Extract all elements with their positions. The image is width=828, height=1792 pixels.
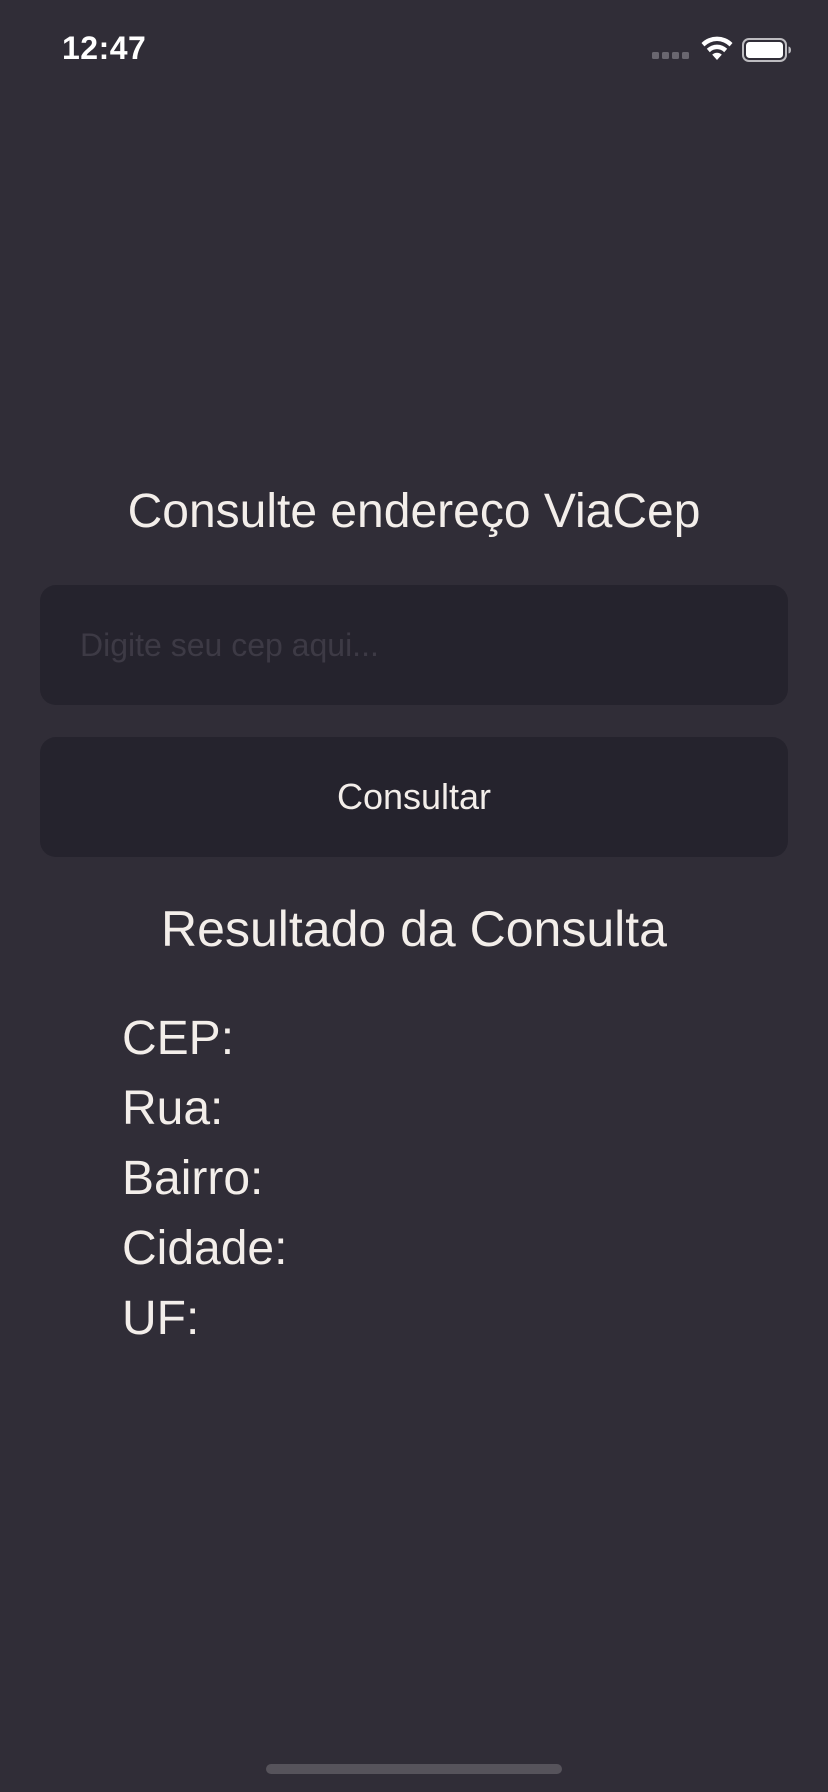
wifi-icon [701,36,733,60]
cep-input[interactable] [40,585,788,705]
result-field-cep: CEP: [122,1012,235,1065]
battery-icon [742,38,791,62]
page-title: Consulte endereço ViaCep [127,485,701,538]
home-indicator[interactable] [266,1764,562,1774]
result-title: Resultado da Consulta [161,901,667,957]
result-list: CEP: Rua: Bairro: Cidade: UF: [122,1004,287,1354]
signal-icon [652,52,690,62]
result-field-bairro: Bairro: [122,1152,264,1205]
consult-button[interactable]: Consultar [40,737,788,857]
result-field-cidade: Cidade: [122,1222,288,1275]
result-field-uf: UF: [122,1292,200,1345]
status-bar: 12:47 [0,0,828,100]
status-time: 12:47 [62,30,147,66]
result-field-rua: Rua: [122,1082,224,1135]
